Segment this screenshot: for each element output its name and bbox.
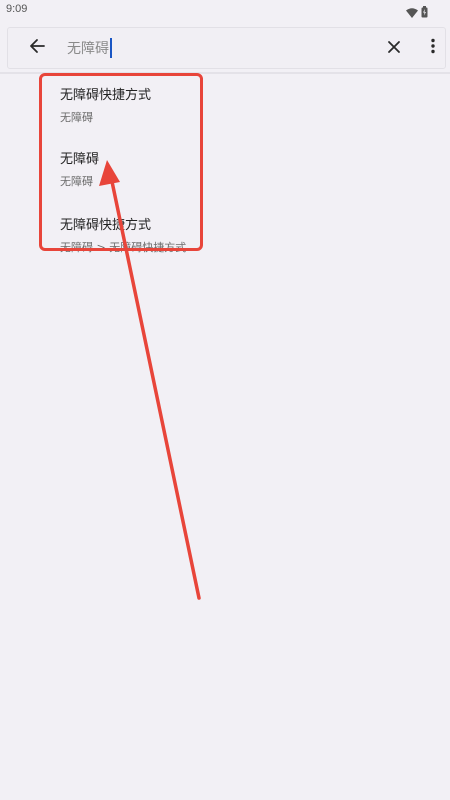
search-input[interactable]: 无障碍: [67, 37, 112, 59]
search-result-item[interactable]: 无障碍快捷方式 无障碍: [60, 87, 360, 126]
arrow-left-icon: [29, 38, 45, 58]
status-bar: 9:09: [0, 0, 450, 20]
result-subtitle: 无障碍 > 无障碍快捷方式: [60, 241, 187, 254]
search-bar: 无障碍: [7, 27, 446, 69]
search-query-text: 无障碍: [67, 41, 109, 57]
clear-search-button[interactable]: [379, 33, 409, 63]
status-time: 9:09: [6, 3, 28, 15]
search-result-item[interactable]: 无障碍 无障碍: [60, 151, 360, 190]
result-title: 无障碍: [60, 152, 100, 167]
result-title: 无障碍快捷方式: [60, 88, 152, 103]
status-icons: [406, 3, 428, 22]
back-button[interactable]: [22, 33, 52, 63]
header-divider: [0, 72, 450, 74]
result-subtitle: 无障碍: [60, 175, 93, 188]
more-vert-icon: [430, 38, 436, 58]
result-title: 无障碍快捷方式: [60, 218, 152, 233]
result-subtitle: 无障碍: [60, 111, 93, 124]
search-result-item[interactable]: 无障碍快捷方式 无障碍 > 无障碍快捷方式: [60, 217, 360, 256]
close-icon: [387, 39, 401, 58]
battery-icon: [421, 3, 428, 22]
text-caret: [110, 38, 112, 58]
more-options-button[interactable]: [418, 33, 448, 63]
wifi-icon: [406, 3, 418, 22]
